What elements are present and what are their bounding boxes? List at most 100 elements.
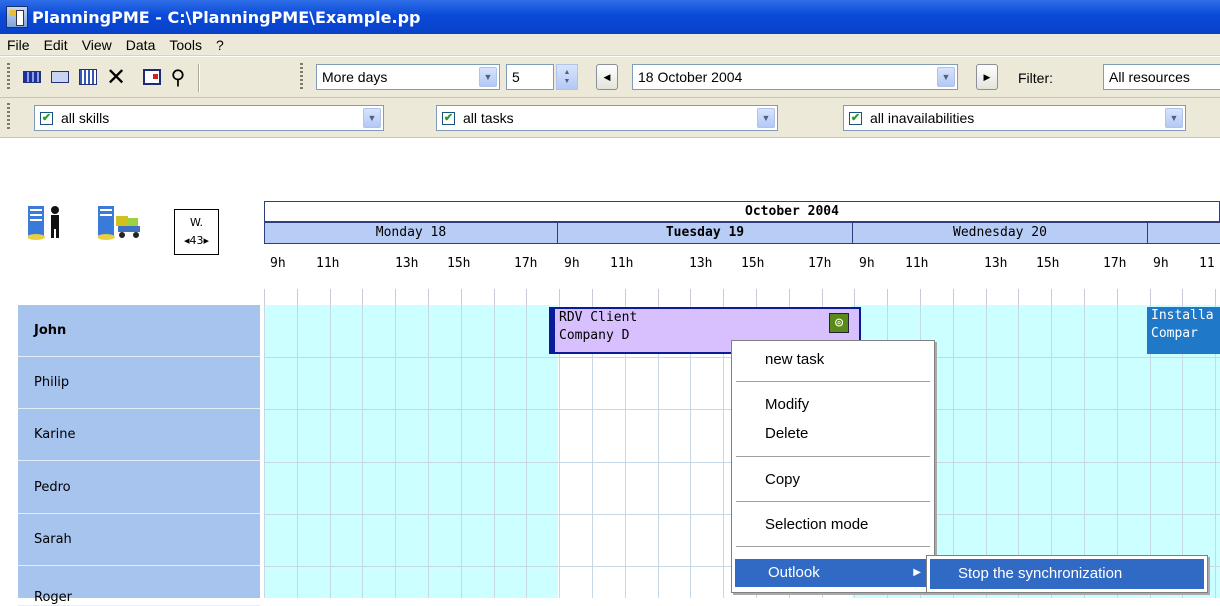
window-button[interactable] (140, 66, 164, 88)
resource-row-john[interactable]: John (18, 305, 260, 357)
skills-checkbox[interactable]: ✔ (40, 111, 53, 125)
toolbar-separator (198, 64, 200, 92)
grid-icon (79, 69, 97, 85)
grid-vline (297, 305, 298, 598)
delete-button[interactable]: ✕ (104, 63, 128, 91)
material-resource-icon[interactable] (98, 204, 142, 240)
hour-label: 17h (808, 256, 832, 271)
day-header-thursday[interactable] (1147, 222, 1220, 244)
view-blocks-button[interactable] (20, 66, 44, 88)
menu-data[interactable]: Data (119, 37, 163, 53)
view-mode-value: More days (322, 69, 388, 85)
hour-tick (1215, 289, 1216, 305)
resource-column: John Philip Karine Pedro Sarah Roger (18, 305, 260, 606)
menu-tools[interactable]: Tools (162, 37, 209, 53)
inavailabilities-filter[interactable]: ✔ all inavailabilities ▼ (843, 105, 1186, 131)
hour-tick (362, 289, 363, 305)
day-header-monday[interactable]: Monday 18 (264, 222, 558, 244)
resource-name: Pedro (34, 480, 71, 495)
chevron-down-icon[interactable]: ▼ (1165, 108, 1183, 128)
hour-tick (461, 289, 462, 305)
menu-item-outlook[interactable]: Outlook ▶ (735, 559, 931, 587)
hour-label: 11 (1199, 256, 1215, 271)
toolbar-grip-2[interactable] (300, 63, 303, 91)
resource-row-karine[interactable]: Karine (18, 409, 260, 461)
menu-separator (736, 546, 930, 547)
view-block-button[interactable] (48, 66, 72, 88)
context-menu: new task Modify Delete Copy Selection mo… (731, 340, 935, 593)
chevron-down-icon[interactable]: ▼ (479, 67, 497, 87)
view-mode-select[interactable]: More days ▼ (316, 64, 500, 90)
menu-edit[interactable]: Edit (37, 37, 75, 53)
menu-item-stop-sync[interactable]: Stop the synchronization (930, 559, 1204, 589)
spin-up-icon[interactable]: ▲ (564, 68, 571, 77)
resource-row-pedro[interactable]: Pedro (18, 462, 260, 514)
chevron-down-icon[interactable]: ▼ (757, 108, 775, 128)
previous-date-button[interactable]: ◀ (596, 64, 618, 90)
menu-item-modify[interactable]: Modify (732, 394, 934, 416)
week-next-icon[interactable]: ▸ (204, 234, 210, 247)
grid-vline (526, 305, 527, 598)
close-icon: ✕ (105, 63, 127, 91)
menu-file[interactable]: File (0, 37, 37, 53)
search-button[interactable]: ⚲ (166, 65, 190, 89)
hour-tick (690, 289, 691, 305)
week-navigator[interactable]: W. ◂43▸ (174, 209, 219, 255)
grid-vline (494, 305, 495, 598)
resource-row-philip[interactable]: Philip (18, 357, 260, 409)
menu-item-selection-mode[interactable]: Selection mode (732, 514, 934, 536)
resource-name: Philip (34, 375, 70, 390)
window-icon (143, 69, 161, 85)
planning-header: W. ◂43▸ October 2004 Monday 18 Tuesday 1… (0, 139, 1220, 305)
resource-row-sarah[interactable]: Sarah (18, 514, 260, 566)
toolbar-grip[interactable] (7, 63, 10, 91)
task-installation[interactable]: Installa Compar (1147, 307, 1220, 354)
hour-tick (986, 289, 987, 305)
day-header-wednesday[interactable]: Wednesday 20 (852, 222, 1148, 244)
menu-help[interactable]: ? (209, 37, 231, 53)
task-title: Installa (1151, 308, 1214, 323)
resource-row-roger[interactable]: Roger (18, 566, 260, 606)
next-date-button[interactable]: ▶ (976, 64, 998, 90)
hour-tick (494, 289, 495, 305)
menu-item-delete[interactable]: Delete (732, 423, 934, 445)
hour-tick (1182, 289, 1183, 305)
hour-tick (1150, 289, 1151, 305)
chevron-down-icon[interactable]: ▼ (937, 67, 955, 87)
resource-name: Sarah (34, 532, 72, 547)
toolbar-grip-3[interactable] (7, 103, 10, 131)
filter-value: All resources (1109, 69, 1190, 85)
day-header-tuesday[interactable]: Tuesday 19 (557, 222, 853, 244)
menu-view[interactable]: View (75, 37, 119, 53)
days-count-input[interactable]: 5 (506, 64, 554, 90)
menu-item-new-task[interactable]: new task (732, 349, 934, 371)
date-select[interactable]: 18 October 2004 ▼ (632, 64, 958, 90)
view-grid-button[interactable] (76, 66, 100, 88)
spin-down-icon[interactable]: ▼ (564, 77, 571, 86)
hour-label: 15h (1036, 256, 1060, 271)
hour-tick (756, 289, 757, 305)
day-column-monday[interactable] (264, 305, 558, 598)
hour-label: 15h (741, 256, 765, 271)
filter-select[interactable]: All resources (1103, 64, 1220, 90)
inavailabilities-checkbox[interactable]: ✔ (849, 111, 862, 125)
tasks-checkbox[interactable]: ✔ (442, 111, 455, 125)
hour-tick (559, 289, 560, 305)
chevron-down-icon[interactable]: ▼ (363, 108, 381, 128)
human-resource-icon[interactable] (28, 204, 72, 240)
hour-tick (822, 289, 823, 305)
skills-filter[interactable]: ✔ all skills ▼ (34, 105, 384, 131)
blocks-icon (23, 71, 41, 83)
outlook-sync-icon[interactable]: ◎ (829, 313, 849, 333)
skills-value: all skills (61, 110, 110, 126)
hour-tick (887, 289, 888, 305)
tasks-filter[interactable]: ✔ all tasks ▼ (436, 105, 778, 131)
date-value: 18 October 2004 (638, 69, 743, 85)
hour-tick (658, 289, 659, 305)
hour-label: 9h (564, 256, 580, 271)
main-toolbar: ✕ ⚲ More days ▼ 5 ▲ ▼ ◀ 18 October 2004 ▼… (0, 57, 1220, 98)
hour-tick (1084, 289, 1085, 305)
days-spinner[interactable]: ▲ ▼ (556, 64, 578, 90)
week-label: W. (189, 216, 204, 229)
menu-item-copy[interactable]: Copy (732, 469, 934, 491)
